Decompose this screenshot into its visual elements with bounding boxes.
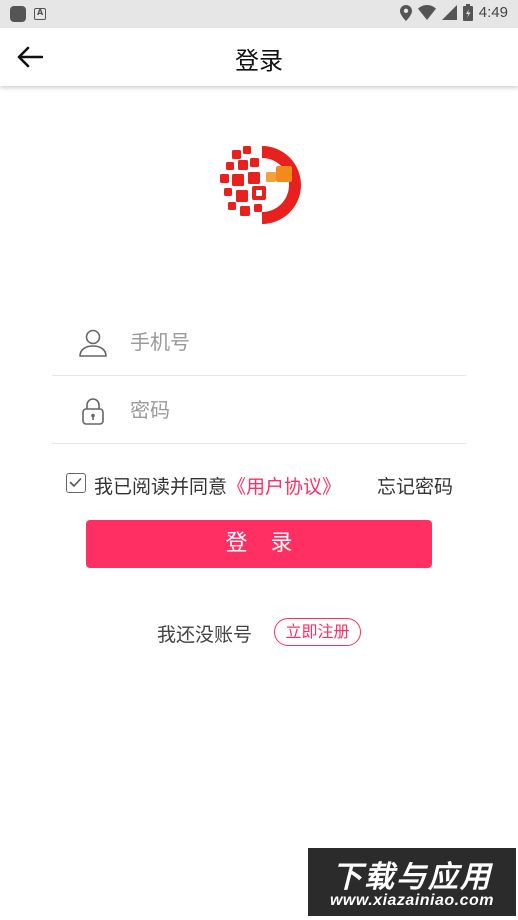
a-notification-icon: A — [34, 8, 46, 20]
lock-icon — [82, 398, 104, 425]
user-agreement-link[interactable]: 《用户协议》 — [227, 476, 341, 498]
agreement-row: 我已阅读并同意《用户协议》 忘记密码 — [66, 470, 466, 500]
wifi-icon — [417, 5, 436, 20]
check-icon — [69, 478, 82, 487]
phone-field-row — [52, 308, 466, 376]
watermark-title: 下载与应用 — [332, 860, 492, 895]
register-button[interactable]: 立即注册 — [274, 618, 361, 646]
password-field-row — [52, 376, 466, 444]
app-square-icon — [10, 6, 26, 22]
battery-icon — [462, 4, 473, 21]
page-title: 登录 — [235, 47, 283, 75]
status-bar-left: A — [10, 6, 46, 22]
signal-icon — [441, 5, 457, 20]
status-time: 4:49 — [478, 4, 508, 21]
agreement-prefix: 我已阅读并同意 — [94, 476, 228, 498]
password-input[interactable] — [130, 390, 450, 430]
app-logo-icon — [220, 146, 301, 224]
agreement-checkbox[interactable] — [66, 473, 86, 493]
register-prompt: 我还没账号 — [157, 624, 253, 646]
watermark: 下载与应用 www.xiazainiao.com — [308, 848, 516, 916]
app-logo — [218, 142, 302, 228]
forgot-password-link[interactable]: 忘记密码 — [377, 472, 453, 499]
user-icon — [79, 329, 107, 357]
agreement-text: 我已阅读并同意《用户协议》 — [94, 472, 341, 499]
status-bar: A 4:49 — [0, 0, 518, 28]
app-header: 登录 — [0, 28, 518, 86]
status-bar-right: 4:49 — [399, 4, 508, 21]
phone-input[interactable] — [130, 322, 450, 362]
location-icon — [399, 4, 412, 21]
watermark-url: www.xiazainiao.com — [329, 892, 494, 909]
login-button[interactable]: 登 录 — [86, 520, 432, 568]
